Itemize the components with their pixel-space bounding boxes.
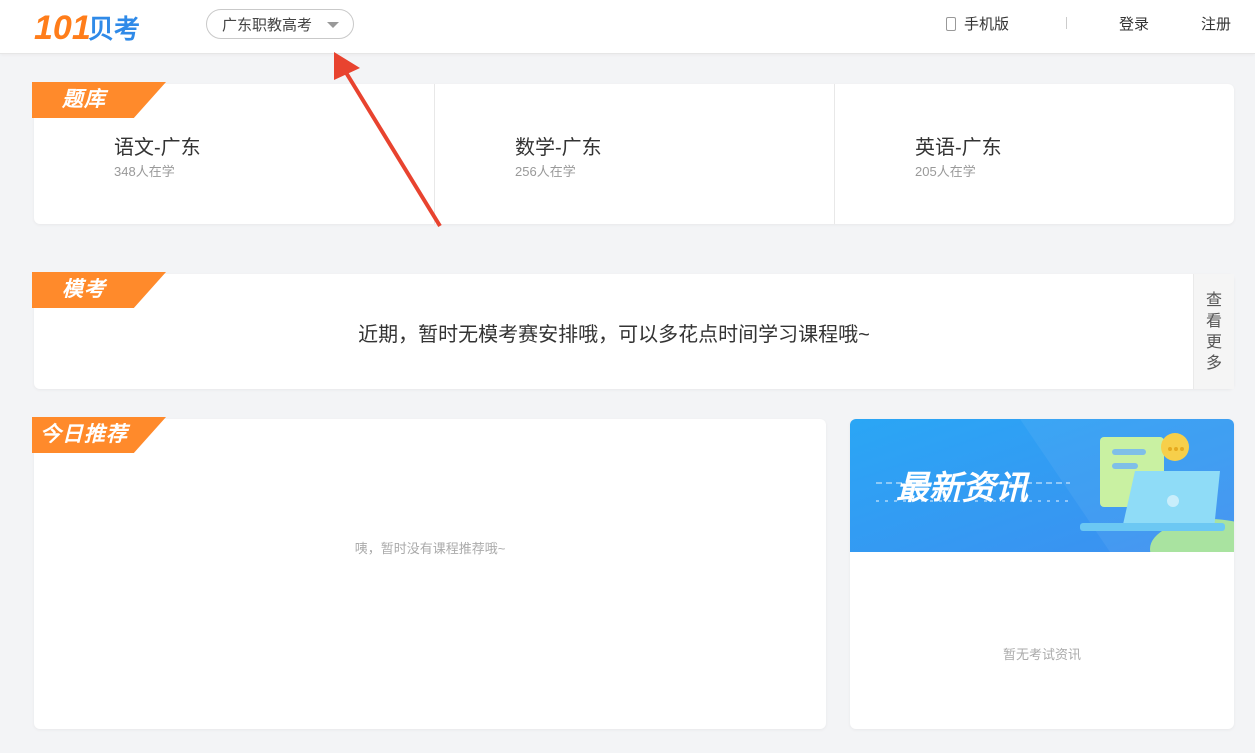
section-ribbon-mock-exam: 模考 bbox=[32, 272, 166, 308]
subject-learners: 256人在学 bbox=[515, 164, 576, 179]
view-more-char: 更 bbox=[1205, 333, 1222, 351]
mobile-version-link[interactable]: 手机版 bbox=[946, 13, 1009, 34]
svg-text:贝考: 贝考 bbox=[88, 15, 140, 45]
subject-name: 数学-广东 bbox=[515, 137, 602, 159]
site-logo[interactable]: 101 贝考 bbox=[34, 6, 146, 46]
region-select[interactable]: 广东职教高考 bbox=[206, 9, 354, 39]
subject-name: 英语-广东 bbox=[915, 137, 1002, 159]
subject-learners: 348人在学 bbox=[114, 164, 175, 179]
phone-icon bbox=[946, 16, 956, 31]
mock-exam-card: 模考 近期，暂时无模考赛安排哦，可以多花点时间学习课程哦~ 查 看 更 多 bbox=[32, 272, 1234, 389]
svg-text:101: 101 bbox=[34, 9, 91, 46]
top-header: 101 贝考 广东职教高考 手机版 登录 注册 bbox=[0, 0, 1255, 54]
login-link[interactable]: 登录 bbox=[1119, 13, 1149, 34]
section-ribbon-today-recommend: 今日推荐 bbox=[32, 417, 166, 453]
subject-card[interactable]: 数学-广东 256人在学 bbox=[434, 84, 835, 224]
view-more-char: 查 bbox=[1205, 291, 1222, 309]
view-more-char: 看 bbox=[1205, 312, 1222, 330]
mobile-version-label: 手机版 bbox=[964, 16, 1010, 33]
news-banner[interactable]: 最新资讯 bbox=[850, 419, 1234, 579]
news-empty-message: 暂无考试资讯 bbox=[1002, 647, 1081, 662]
region-select-value: 广东职教高考 bbox=[222, 16, 313, 34]
question-bank-card: 语文-广东 348人在学 数学-广东 256人在学 英语-广东 205人在学 题… bbox=[32, 82, 1235, 224]
register-link[interactable]: 注册 bbox=[1201, 13, 1231, 34]
view-more-char: 多 bbox=[1205, 354, 1222, 372]
view-more-button[interactable]: 查 看 更 多 bbox=[1193, 274, 1234, 389]
subject-card[interactable]: 英语-广东 205人在学 bbox=[834, 84, 1235, 224]
subject-learners: 205人在学 bbox=[915, 164, 976, 179]
news-card: 最新资讯 暂无考试资讯 bbox=[850, 419, 1234, 729]
news-banner-title: 最新资讯 bbox=[896, 468, 1030, 507]
subject-name: 语文-广东 bbox=[114, 137, 201, 159]
chevron-down-icon bbox=[327, 22, 339, 28]
recommend-empty-message: 咦，暂时没有课程推荐哦~ bbox=[354, 541, 506, 556]
mock-exam-empty-message: 近期，暂时无模考赛安排哦，可以多花点时间学习课程哦~ bbox=[358, 324, 870, 346]
header-divider bbox=[1066, 17, 1067, 29]
today-recommend-card: 今日推荐 咦，暂时没有课程推荐哦~ bbox=[32, 417, 826, 729]
